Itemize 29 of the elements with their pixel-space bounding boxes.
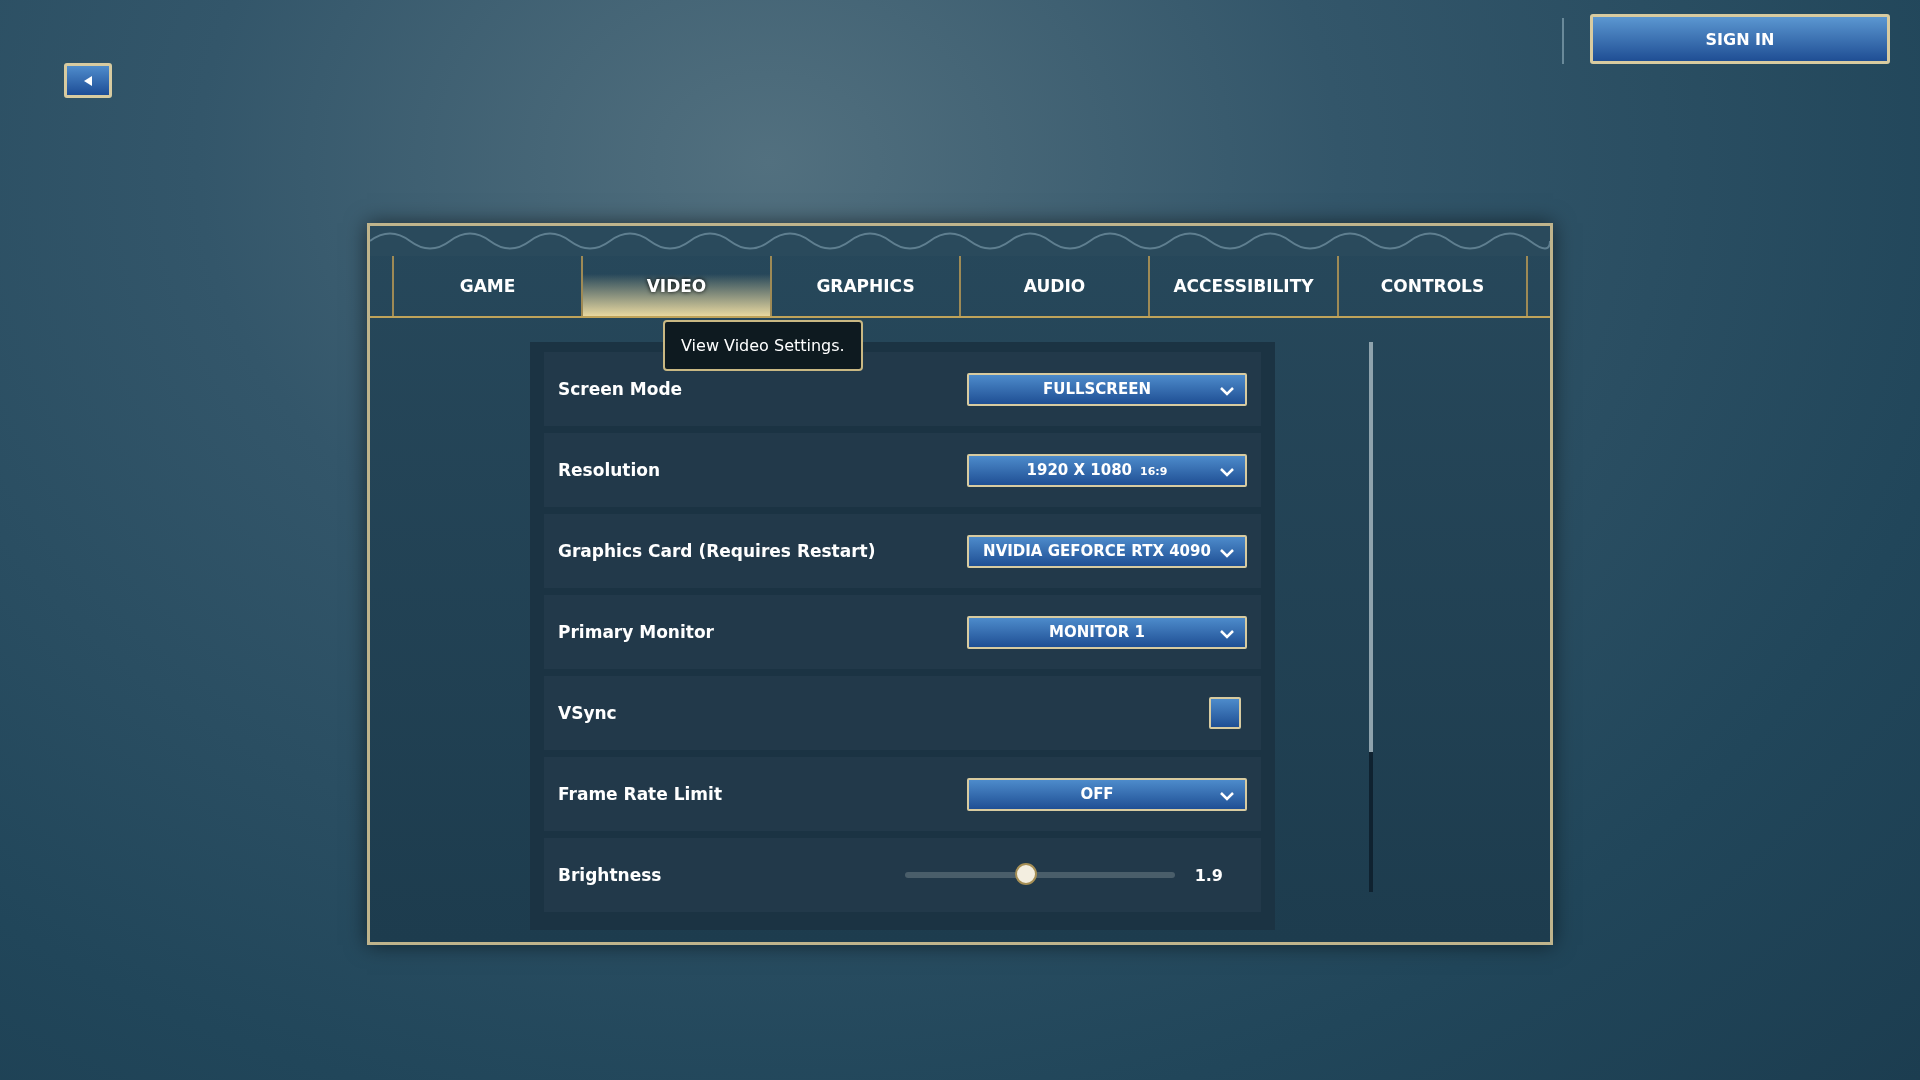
setting-label: Graphics Card (Requires Restart) [558, 541, 877, 561]
scrollbar[interactable] [1369, 342, 1373, 892]
tab[interactable]: GAME [394, 256, 581, 316]
slider-value: 1.9 [1194, 865, 1223, 885]
back-button[interactable] [64, 63, 112, 98]
setting-label: Frame Rate Limit [558, 784, 723, 804]
setting-label: Resolution [558, 460, 662, 480]
chevron-down-icon [1219, 466, 1235, 477]
tab[interactable]: GRAPHICS [772, 256, 959, 316]
checkbox[interactable] [1209, 697, 1241, 729]
setting-label: Brightness [558, 865, 663, 885]
setting-label: Primary Monitor [558, 622, 715, 642]
dropdown[interactable]: 1920 X 1080 16:9 [967, 453, 1247, 487]
chevron-down-icon [1219, 385, 1235, 396]
chevron-down-icon [1219, 547, 1235, 558]
dropdown[interactable]: OFF [967, 777, 1247, 811]
tab[interactable]: ACCESSIBILITY [1150, 256, 1337, 316]
tooltip: View Video Settings. [663, 320, 863, 371]
dropdown[interactable]: NVIDIA GEFORCE RTX 4090 [967, 534, 1247, 568]
chevron-down-icon [1219, 628, 1235, 639]
slider-thumb[interactable] [1015, 863, 1038, 885]
sign-in-button[interactable]: SIGN IN [1590, 14, 1890, 64]
setting-label: Screen Mode [558, 379, 684, 399]
chevron-down-icon [1219, 790, 1235, 801]
dropdown[interactable]: FULLSCREEN [967, 372, 1247, 406]
tab[interactable]: CONTROLS [1339, 256, 1526, 316]
dropdown[interactable]: MONITOR 1 [967, 615, 1247, 649]
setting-label: VSync [558, 703, 618, 723]
tab[interactable]: AUDIO [961, 256, 1148, 316]
